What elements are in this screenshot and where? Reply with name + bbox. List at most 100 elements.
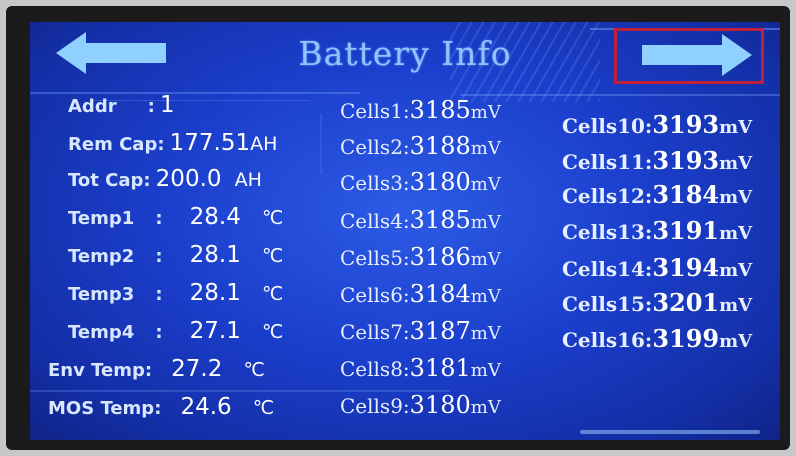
- info-unit: ℃: [252, 397, 275, 419]
- info-unit: ℃: [261, 283, 284, 305]
- cell-voltage-5: Cells5:3186mV: [340, 243, 501, 271]
- info-separator: :: [155, 322, 163, 343]
- cell-voltage-14: Cells14:3194mV: [562, 253, 752, 282]
- device-frame: Battery Info Addr : 1 Rem Cap: 177.51AH …: [0, 0, 796, 456]
- cell-label: Cells15:: [562, 292, 653, 316]
- cell-value: 3188: [409, 132, 471, 160]
- cell-voltage-10: Cells10:3193mV: [562, 110, 752, 139]
- info-label: Env Temp: [48, 360, 145, 381]
- info-separator: :: [155, 284, 163, 305]
- cell-voltage-11: Cells11:3193mV: [562, 146, 752, 175]
- next-page-button[interactable]: [640, 32, 752, 78]
- info-separator: :: [144, 360, 153, 381]
- info-label: Rem Cap: [68, 134, 158, 155]
- cell-label: Cells4:: [340, 209, 410, 233]
- cell-value: 3180: [409, 391, 471, 419]
- cell-label: Cells7:: [340, 320, 410, 344]
- info-label: MOS Temp: [48, 398, 155, 419]
- info-value: 27.1: [189, 318, 241, 344]
- info-row-temp2: Temp2 : 28.1 ℃: [68, 242, 283, 268]
- cell-voltage-2: Cells2:3188mV: [340, 132, 501, 160]
- cell-label: Cells11:: [562, 150, 653, 174]
- info-unit: ℃: [261, 207, 284, 229]
- cell-value: 3185: [409, 206, 471, 234]
- info-row-rem-cap: Rem Cap: 177.51AH: [68, 130, 277, 156]
- cell-label: Cells13:: [562, 220, 653, 244]
- cell-label: Cells14:: [562, 257, 653, 281]
- cell-label: Cells9:: [340, 394, 410, 418]
- info-row-temp4: Temp4 : 27.1 ℃: [68, 318, 283, 344]
- cell-label: Cells10:: [562, 114, 653, 138]
- cell-label: Cells16:: [562, 328, 653, 352]
- info-row-addr: Addr : 1: [68, 92, 175, 118]
- cell-voltage-7: Cells7:3187mV: [340, 317, 501, 345]
- info-row-temp1: Temp1 : 28.4 ℃: [68, 204, 283, 230]
- info-value: 24.6: [180, 394, 232, 420]
- info-unit: ℃: [261, 245, 284, 267]
- cell-label: Cells3:: [340, 171, 410, 195]
- right-arrow-icon: [642, 34, 752, 76]
- info-value: 200.0: [155, 166, 222, 192]
- info-unit: ℃: [261, 321, 284, 343]
- cell-voltage-9: Cells9:3180mV: [340, 391, 501, 419]
- cell-value: 3184: [409, 280, 471, 308]
- cell-unit: mV: [719, 223, 753, 244]
- cell-voltage-16: Cells16:3199mV: [562, 324, 752, 353]
- info-label: Tot Cap: [68, 170, 144, 191]
- info-value: 28.4: [189, 204, 241, 230]
- cell-unit: mV: [719, 117, 753, 138]
- cell-value: 3186: [409, 243, 471, 271]
- cell-unit: mV: [470, 174, 501, 195]
- cell-value: 3187: [409, 317, 471, 345]
- info-value: 1: [159, 92, 175, 118]
- info-separator: :: [155, 246, 163, 267]
- decor-line: [320, 114, 322, 174]
- decor-line: [580, 430, 760, 434]
- cell-unit: mV: [470, 138, 501, 159]
- cell-value: 3191: [652, 216, 720, 245]
- info-label: Temp4: [68, 322, 135, 343]
- cell-unit: mV: [719, 260, 753, 281]
- cell-unit: mV: [470, 360, 501, 381]
- info-separator: :: [143, 170, 151, 191]
- info-unit: ℃: [243, 359, 265, 381]
- info-unit: AH: [234, 169, 262, 191]
- info-value: 177.51: [169, 130, 251, 156]
- cell-unit: mV: [719, 331, 753, 352]
- cell-unit: mV: [470, 102, 501, 123]
- cell-voltage-12: Cells12:3184mV: [562, 180, 752, 209]
- cell-label: Cells6:: [340, 283, 410, 307]
- info-value: 27.2: [171, 356, 223, 382]
- info-separator: :: [157, 134, 165, 155]
- cell-voltage-6: Cells6:3184mV: [340, 280, 501, 308]
- info-label: Temp3: [68, 284, 135, 305]
- info-row-tot-cap: Tot Cap: 200.0 AH: [68, 166, 262, 192]
- cell-value: 3184: [652, 180, 720, 209]
- cell-voltage-8: Cells8:3181mV: [340, 354, 501, 382]
- info-row-temp3: Temp3 : 28.1 ℃: [68, 280, 283, 306]
- cell-unit: mV: [719, 187, 753, 208]
- cell-label: Cells12:: [562, 184, 653, 208]
- info-separator: :: [147, 96, 155, 117]
- cell-voltage-13: Cells13:3191mV: [562, 216, 752, 245]
- info-unit: AH: [250, 133, 278, 155]
- cell-unit: mV: [719, 295, 753, 316]
- cell-unit: mV: [470, 323, 501, 344]
- cell-unit: mV: [470, 286, 501, 307]
- cell-voltage-3: Cells3:3180mV: [340, 168, 501, 196]
- battery-info-screen: Battery Info Addr : 1 Rem Cap: 177.51AH …: [30, 22, 780, 440]
- cell-unit: mV: [470, 397, 501, 418]
- cell-unit: mV: [719, 153, 753, 174]
- cell-value: 3181: [409, 354, 471, 382]
- info-separator: :: [154, 398, 162, 419]
- cell-value: 3199: [652, 324, 720, 353]
- info-value: 28.1: [189, 280, 241, 306]
- cell-value: 3201: [652, 288, 720, 317]
- cell-label: Cells1:: [340, 99, 410, 123]
- cell-value: 3194: [652, 253, 720, 282]
- cell-unit: mV: [470, 212, 501, 233]
- cell-label: Cells5:: [340, 246, 410, 270]
- cell-label: Cells2:: [340, 135, 410, 159]
- cell-label: Cells8:: [340, 357, 410, 381]
- info-separator: :: [155, 208, 163, 229]
